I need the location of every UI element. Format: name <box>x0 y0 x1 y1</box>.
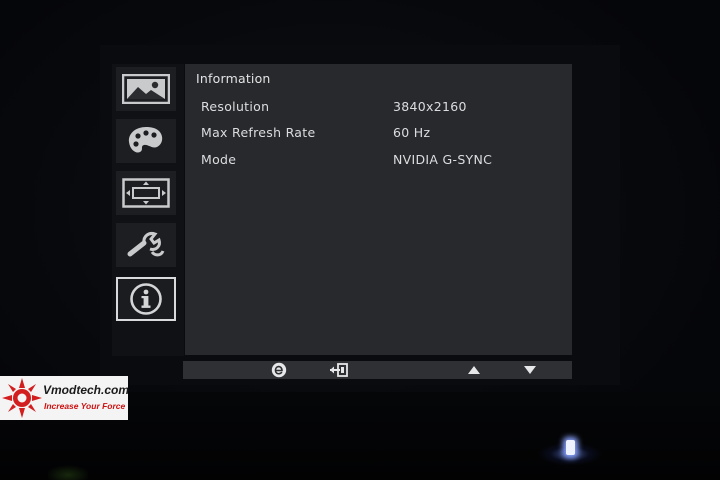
watermark-logo: Vmodtech.com Increase Your Force <box>0 376 130 420</box>
info-label: Mode <box>201 152 237 167</box>
exit-key[interactable] <box>326 361 352 379</box>
ambient-reflection <box>48 455 88 480</box>
info-label: Resolution <box>201 99 270 114</box>
sidebar-item-picture[interactable] <box>116 67 176 111</box>
photo-scene: Information Resolution 3840x2160 Max Ref… <box>0 0 720 480</box>
power-led-glow <box>538 430 618 470</box>
e-mode-key[interactable] <box>266 361 292 379</box>
power-led <box>566 440 575 455</box>
picture-icon <box>122 74 170 104</box>
exit-icon <box>330 363 348 377</box>
sidebar-item-color[interactable] <box>116 119 176 163</box>
info-value: NVIDIA G-SYNC <box>393 152 493 167</box>
page-title: Information <box>196 71 271 86</box>
sidebar-item-settings[interactable] <box>116 223 176 267</box>
down-key[interactable] <box>517 361 543 379</box>
sun-logo-icon <box>2 378 42 418</box>
display-position-icon <box>122 178 170 208</box>
info-row-refresh-rate: Max Refresh Rate 60 Hz <box>201 125 561 143</box>
arrow-up-icon <box>468 366 480 374</box>
up-key[interactable] <box>461 361 487 379</box>
wrench-settings-icon <box>127 232 165 257</box>
sidebar-item-display[interactable] <box>116 171 176 215</box>
watermark-tagline: Increase Your Force <box>44 401 126 411</box>
osd-key-bar <box>183 361 572 379</box>
color-palette-icon <box>128 127 163 153</box>
information-icon <box>130 283 162 315</box>
info-row-resolution: Resolution 3840x2160 <box>201 99 561 117</box>
sidebar-item-information[interactable] <box>116 277 176 321</box>
info-label: Max Refresh Rate <box>201 125 316 140</box>
info-row-mode: Mode NVIDIA G-SYNC <box>201 152 561 170</box>
arrow-down-icon <box>524 366 536 374</box>
osd-info-panel: Information Resolution 3840x2160 Max Ref… <box>185 64 572 355</box>
info-value: 60 Hz <box>393 125 431 140</box>
watermark-site: Vmodtech.com <box>43 383 130 397</box>
e-mode-icon <box>271 362 287 378</box>
info-value: 3840x2160 <box>393 99 467 114</box>
